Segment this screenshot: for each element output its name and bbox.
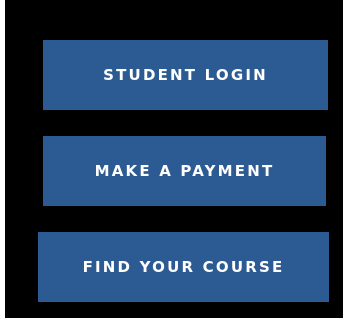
student-login-button[interactable]: STUDENT LOGIN (43, 40, 328, 110)
make-payment-button[interactable]: MAKE A PAYMENT (43, 136, 326, 206)
find-course-button[interactable]: FIND YOUR COURSE (38, 232, 329, 302)
find-course-label: FIND YOUR COURSE (82, 258, 285, 276)
quick-links-panel: STUDENT LOGIN MAKE A PAYMENT FIND YOUR C… (5, 0, 343, 318)
make-payment-label: MAKE A PAYMENT (94, 162, 275, 180)
student-login-label: STUDENT LOGIN (103, 66, 268, 84)
